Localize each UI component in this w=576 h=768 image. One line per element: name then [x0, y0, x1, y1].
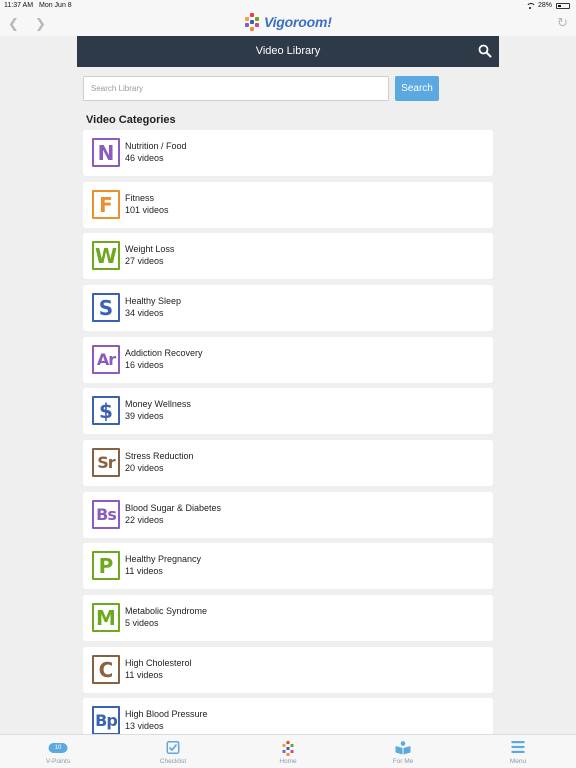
bottom-tab-bar: 10 V-Points Checklist Home For Me Menu — [0, 734, 576, 768]
category-name: Blood Sugar & Diabetes — [125, 503, 222, 513]
category-item[interactable]: N Nutrition / Food 46 videos — [83, 130, 493, 176]
category-item[interactable]: P Healthy Pregnancy 11 videos — [83, 543, 493, 589]
category-item[interactable]: $ Money Wellness 39 videos — [83, 388, 493, 434]
search-icon[interactable] — [478, 44, 492, 58]
search-button[interactable]: Search — [395, 76, 439, 101]
category-badge-icon: N — [92, 138, 120, 167]
category-count: 5 videos — [125, 618, 159, 628]
status-time: 11:37 AM — [4, 2, 34, 9]
tab-menu[interactable]: Menu — [488, 735, 548, 768]
tab-label: V-Points — [45, 758, 71, 765]
category-badge-icon: Bp — [92, 706, 120, 735]
category-name: High Cholesterol — [125, 658, 192, 668]
category-item[interactable]: C High Cholesterol 11 videos — [83, 647, 493, 693]
reload-icon[interactable]: ↻ — [557, 15, 568, 31]
category-name: Healthy Pregnancy — [125, 554, 202, 564]
forward-arrow-icon[interactable]: ❯ — [35, 16, 46, 32]
category-badge-icon: S — [92, 293, 120, 322]
category-badge-icon: Bs — [92, 500, 120, 529]
page-header: Video Library — [77, 36, 499, 67]
logo-text: Vigoroom! — [264, 14, 332, 30]
category-item[interactable]: Ar Addiction Recovery 16 videos — [83, 337, 493, 383]
category-badge-icon: W — [92, 241, 120, 270]
category-count: 20 videos — [125, 463, 164, 473]
category-badge-icon: P — [92, 551, 120, 580]
menu-icon — [511, 741, 525, 753]
section-title: Video Categories — [86, 114, 176, 126]
category-name: Addiction Recovery — [125, 348, 203, 358]
category-count: 11 videos — [125, 566, 163, 576]
category-count: 27 videos — [125, 256, 164, 266]
tab-label: Menu — [509, 758, 527, 765]
status-date: Mon Jun 8 — [39, 2, 72, 9]
category-name: Fitness — [125, 193, 155, 203]
category-item[interactable]: M Metabolic Syndrome 5 videos — [83, 595, 493, 641]
category-badge-icon: F — [92, 190, 120, 219]
category-count: 46 videos — [125, 153, 164, 163]
tab-v-points[interactable]: 10 V-Points — [28, 735, 88, 768]
category-name: High Blood Pressure — [125, 709, 208, 719]
category-item[interactable]: W Weight Loss 27 videos — [83, 233, 493, 279]
status-bar: 11:37 AM Mon Jun 8 28% — [0, 0, 576, 12]
category-count: 13 videos — [125, 721, 164, 731]
category-name: Stress Reduction — [125, 451, 194, 461]
category-badge-icon: C — [92, 655, 120, 684]
checklist-icon — [166, 741, 180, 754]
tab-label: Checklist — [159, 758, 187, 765]
open-book-icon — [395, 741, 411, 755]
battery-icon — [556, 2, 570, 9]
category-count: 34 videos — [125, 308, 164, 318]
category-count: 16 videos — [125, 360, 164, 370]
v-points-badge: 10 — [48, 743, 68, 753]
logo-grid-icon — [243, 13, 261, 31]
category-name: Weight Loss — [125, 244, 175, 254]
browser-toolbar: ❮ ❯ Vigoroom! ↻ — [0, 12, 576, 36]
tab-home[interactable]: Home — [258, 735, 318, 768]
category-name: Money Wellness — [125, 399, 191, 409]
battery-percent: 28% — [537, 2, 552, 9]
category-badge-icon: M — [92, 603, 120, 632]
category-item[interactable]: Sr Stress Reduction 20 videos — [83, 440, 493, 486]
category-item[interactable]: S Healthy Sleep 34 videos — [83, 285, 493, 331]
category-item[interactable]: F Fitness 101 videos — [83, 182, 493, 228]
category-name: Nutrition / Food — [125, 141, 187, 151]
category-item[interactable]: Bs Blood Sugar & Diabetes 22 videos — [83, 492, 493, 538]
wifi-icon — [525, 2, 536, 9]
search-input[interactable] — [83, 76, 389, 101]
tab-for-me[interactable]: For Me — [373, 735, 433, 768]
page-title: Video Library — [255, 45, 321, 57]
category-count: 22 videos — [125, 515, 164, 525]
category-name: Metabolic Syndrome — [125, 606, 208, 616]
back-arrow-icon[interactable]: ❮ — [8, 16, 19, 32]
category-count: 11 videos — [125, 670, 163, 680]
category-count: 39 videos — [125, 411, 164, 421]
tab-label: Home — [279, 758, 297, 765]
category-name: Healthy Sleep — [125, 296, 182, 306]
category-count: 101 videos — [125, 205, 169, 215]
home-grid-icon — [282, 741, 294, 756]
category-badge-icon: Ar — [92, 345, 120, 374]
app-logo[interactable]: Vigoroom! — [243, 13, 332, 31]
tab-label: For Me — [392, 758, 414, 765]
category-badge-icon: Sr — [92, 448, 120, 477]
tab-checklist[interactable]: Checklist — [143, 735, 203, 768]
category-badge-icon: $ — [92, 396, 120, 425]
